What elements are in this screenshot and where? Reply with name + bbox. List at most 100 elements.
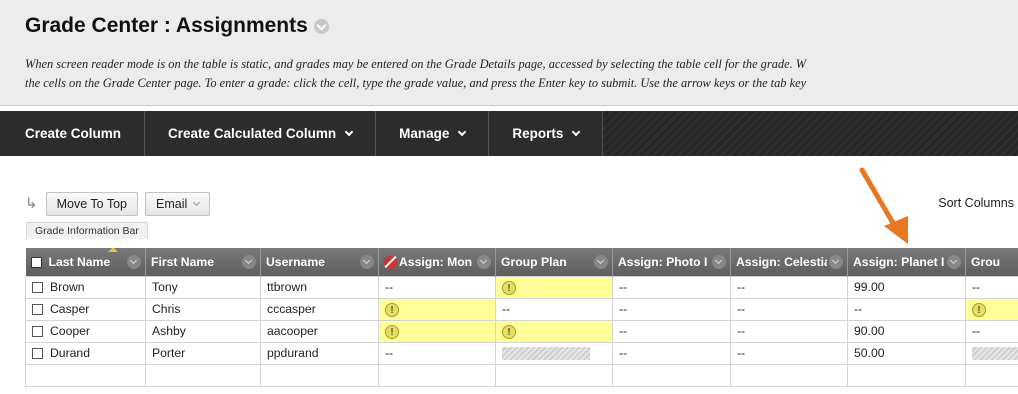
grade-table-body: Brown Tony ttbrown --! -- -- 99.00 -- Casper Chri… bbox=[25, 275, 1018, 387]
grade-cell[interactable] bbox=[965, 363, 1018, 387]
annotation-arrow-icon bbox=[859, 167, 908, 244]
cell-last-name[interactable]: Durand bbox=[25, 341, 146, 365]
cell-last-name[interactable]: Brown bbox=[25, 275, 146, 299]
grade-cell[interactable]: -- bbox=[612, 297, 731, 321]
grade-cell[interactable]: -- bbox=[730, 275, 848, 299]
row-select-checkbox[interactable] bbox=[32, 304, 43, 316]
grade-cell[interactable] bbox=[730, 363, 848, 387]
grade-cell[interactable]: -- bbox=[730, 297, 848, 321]
column-header-group[interactable]: Grou bbox=[965, 248, 1018, 276]
cell-username[interactable]: cccasper bbox=[260, 297, 379, 321]
cell-first-name[interactable]: Porter bbox=[145, 341, 261, 365]
column-header-last-name[interactable]: Last Name bbox=[25, 248, 146, 276]
column-header-assign-photo[interactable]: Assign: Photo I bbox=[612, 248, 731, 276]
column-menu-chevron-icon[interactable] bbox=[477, 254, 491, 269]
email-button[interactable]: Email bbox=[145, 192, 211, 216]
column-menu-chevron-icon[interactable] bbox=[712, 254, 726, 269]
header-label: Grou bbox=[971, 254, 1001, 269]
grade-cell[interactable] bbox=[965, 341, 1018, 365]
grade-cell[interactable] bbox=[145, 363, 261, 387]
cell-last-name-text: Cooper bbox=[50, 324, 90, 338]
create-calculated-column-menu[interactable]: Create Calculated Column bbox=[145, 111, 377, 156]
cell-username[interactable]: ttbrown bbox=[260, 275, 379, 299]
grade-cell[interactable]: -- bbox=[730, 319, 848, 343]
grade-cell[interactable]: -- bbox=[612, 341, 731, 365]
needs-grading-icon: ! bbox=[502, 280, 516, 295]
grade-cell[interactable]: ! bbox=[965, 297, 1018, 321]
column-menu-chevron-icon[interactable] bbox=[360, 254, 374, 269]
not-visible-to-users-icon bbox=[384, 255, 397, 269]
move-to-top-label: Move To Top bbox=[56, 197, 127, 211]
header-label: Username bbox=[266, 254, 325, 269]
column-header-first-name[interactable]: First Name bbox=[145, 248, 261, 276]
row-select-checkbox[interactable] bbox=[32, 326, 43, 338]
grade-cell[interactable]: ! bbox=[495, 275, 613, 299]
grade-cell[interactable] bbox=[612, 363, 731, 387]
grade-cell[interactable]: ! bbox=[495, 319, 613, 343]
grade-cell[interactable] bbox=[260, 363, 379, 387]
grade-cell[interactable] bbox=[25, 363, 146, 387]
grade-cell[interactable]: ! bbox=[378, 297, 496, 321]
cell-username[interactable]: ppdurand bbox=[260, 341, 379, 365]
cell-first-name[interactable]: Chris bbox=[145, 297, 261, 321]
column-header-assign-celestial[interactable]: Assign: Celestia bbox=[730, 248, 848, 276]
column-menu-chevron-icon[interactable] bbox=[829, 254, 843, 269]
row-select-checkbox[interactable] bbox=[32, 348, 43, 360]
manage-label: Manage bbox=[399, 126, 450, 141]
cell-username[interactable]: aacooper bbox=[260, 319, 379, 343]
row-select-checkbox[interactable] bbox=[32, 282, 43, 294]
column-menu-chevron-icon[interactable] bbox=[594, 254, 608, 269]
column-menu-chevron-icon[interactable] bbox=[127, 254, 141, 269]
chevron-down-icon bbox=[458, 127, 467, 136]
grade-cell[interactable]: -- bbox=[847, 297, 966, 321]
page-title: Grade Center : Assignments bbox=[25, 14, 329, 38]
column-header-username[interactable]: Username bbox=[260, 248, 379, 276]
header-label: Assign: Celestia bbox=[736, 254, 827, 269]
grade-cell[interactable]: -- bbox=[965, 275, 1018, 299]
grade-value: -- bbox=[737, 280, 746, 294]
grade-cell[interactable]: -- bbox=[495, 297, 613, 321]
selection-arrow-icon: ↳ bbox=[25, 195, 38, 212]
reports-menu[interactable]: Reports bbox=[489, 111, 604, 156]
cell-username-text: aacooper bbox=[267, 324, 318, 338]
grade-cell[interactable]: -- bbox=[965, 319, 1018, 343]
grade-cell[interactable]: -- bbox=[612, 275, 731, 299]
cell-first-name-text: Chris bbox=[152, 302, 181, 316]
column-header-assign-planet[interactable]: Assign: Planet I bbox=[847, 248, 966, 276]
column-menu-chevron-icon[interactable] bbox=[947, 254, 961, 269]
cell-last-name[interactable]: Casper bbox=[25, 297, 146, 321]
grade-cell[interactable]: -- bbox=[730, 341, 848, 365]
cell-first-name-text: Porter bbox=[152, 346, 186, 360]
grade-cell[interactable]: -- bbox=[378, 341, 496, 365]
grade-cell[interactable] bbox=[378, 363, 496, 387]
grade-cell[interactable] bbox=[495, 341, 613, 365]
grade-cell[interactable]: 99.00 bbox=[847, 275, 966, 299]
cell-username-text: cccasper bbox=[267, 302, 316, 316]
cell-first-name[interactable]: Tony bbox=[145, 275, 261, 299]
column-menu-chevron-icon[interactable] bbox=[242, 254, 256, 269]
grade-information-bar[interactable]: Grade Information Bar bbox=[26, 222, 148, 239]
create-column-button[interactable]: Create Column bbox=[0, 111, 146, 156]
grade-cell[interactable]: 90.00 bbox=[847, 319, 966, 343]
column-header-assign-mon[interactable]: Assign: Mon bbox=[378, 248, 496, 276]
sort-columns-link[interactable]: Sort Columns bbox=[938, 196, 1014, 210]
grade-cell[interactable]: 50.00 bbox=[847, 341, 966, 365]
grade-cell[interactable] bbox=[495, 363, 613, 387]
grade-cell[interactable] bbox=[847, 363, 966, 387]
move-to-top-button[interactable]: Move To Top bbox=[45, 192, 138, 216]
grade-cell[interactable]: ! bbox=[378, 319, 496, 343]
cell-last-name[interactable]: Cooper bbox=[25, 319, 146, 343]
reports-label: Reports bbox=[512, 126, 564, 141]
select-all-checkbox[interactable] bbox=[30, 257, 42, 269]
column-header-group-plan[interactable]: Group Plan bbox=[495, 248, 613, 276]
needs-grading-icon: ! bbox=[502, 324, 516, 339]
grade-table: Last Name First Name Username Assign: Mo… bbox=[25, 248, 1018, 387]
grade-value: -- bbox=[619, 346, 628, 360]
grade-cell[interactable]: -- bbox=[378, 275, 496, 299]
manage-menu[interactable]: Manage bbox=[376, 111, 490, 156]
grade-cell[interactable]: -- bbox=[612, 319, 731, 343]
cell-first-name[interactable]: Ashby bbox=[145, 319, 261, 343]
exempt-grade-pattern-icon bbox=[972, 347, 1018, 361]
title-menu-chevron-icon[interactable] bbox=[313, 18, 329, 34]
header-label: Assign: Photo I bbox=[618, 254, 708, 269]
